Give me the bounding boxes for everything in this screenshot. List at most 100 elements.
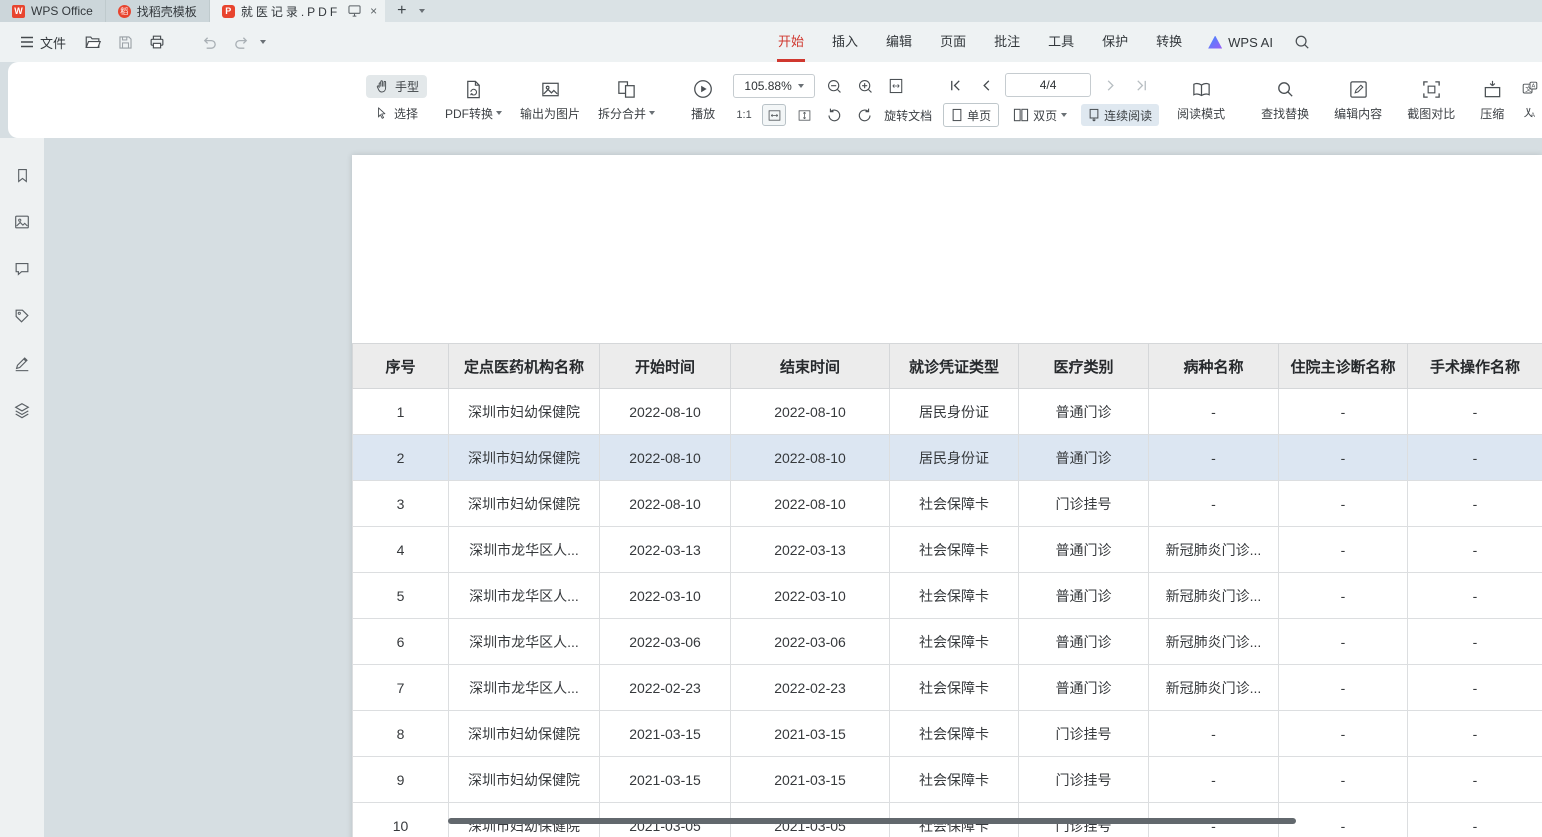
rotate-right-icon[interactable] — [853, 104, 877, 126]
document-canvas: 序号定点医药机构名称开始时间结束时间就诊凭证类型医疗类别病种名称住院主诊断名称手… — [0, 138, 1542, 837]
print-icon[interactable] — [144, 29, 170, 55]
column-header: 定点医药机构名称 — [449, 344, 600, 389]
search-icon[interactable] — [1289, 29, 1315, 55]
table-cell: 居民身份证 — [890, 389, 1019, 435]
zoom-out-button[interactable] — [822, 75, 846, 97]
menu-tab-comment[interactable]: 批注 — [980, 22, 1034, 62]
save-icon[interactable] — [112, 29, 138, 55]
column-header: 手术操作名称 — [1408, 344, 1542, 389]
comment-icon[interactable] — [8, 256, 36, 282]
hand-tool-button[interactable]: 手型 — [366, 75, 427, 98]
single-page-button[interactable]: 单页 — [943, 103, 999, 127]
left-panel-strip — [0, 138, 44, 837]
screenshot-compare-icon — [1421, 79, 1442, 100]
read-mode-button[interactable]: 阅读模式 — [1170, 76, 1232, 125]
table-cell: - — [1149, 711, 1279, 757]
tab-docer-templates[interactable]: 稻 找稻壳模板 — [106, 0, 210, 22]
svg-text:A: A — [1532, 83, 1536, 89]
actual-size-button[interactable]: 1:1 — [733, 105, 755, 125]
table-cell: 普通门诊 — [1019, 665, 1149, 711]
previous-page-button[interactable] — [974, 74, 998, 96]
file-menu-button[interactable]: 文件 — [12, 28, 74, 56]
double-page-button[interactable]: 双页 — [1006, 104, 1074, 126]
menu-tab-page[interactable]: 页面 — [926, 22, 980, 62]
play-label: 播放 — [691, 105, 715, 122]
first-page-button[interactable] — [943, 74, 967, 96]
menu-tab-edit[interactable]: 编辑 — [872, 22, 926, 62]
pdf-convert-button[interactable]: PDF转换 — [438, 76, 509, 125]
zoom-level-select[interactable]: 105.88% — [733, 74, 815, 98]
rotate-doc-button[interactable]: 旋转文档 — [884, 107, 932, 124]
fit-width-button[interactable] — [762, 104, 786, 126]
tab-list-chevron-icon[interactable] — [419, 9, 425, 13]
menu-tab-insert[interactable]: 插入 — [818, 22, 872, 62]
monitor-icon[interactable] — [346, 4, 362, 18]
menu-tab-tools[interactable]: 工具 — [1034, 22, 1088, 62]
horizontal-scrollbar-thumb[interactable] — [448, 818, 1296, 824]
open-file-icon[interactable] — [80, 29, 106, 55]
table-cell: 2022-03-10 — [600, 573, 731, 619]
table-cell: - — [1149, 481, 1279, 527]
tab-medical-record-pdf[interactable]: P 就医记录.PDF × — [210, 0, 385, 22]
fit-page-button[interactable] — [884, 75, 908, 97]
table-cell: - — [1279, 435, 1408, 481]
screenshot-compare-button[interactable]: 截图对比 — [1400, 76, 1462, 125]
column-header: 病种名称 — [1149, 344, 1279, 389]
attachment-tag-icon[interactable] — [8, 303, 36, 329]
edit-content-label: 编辑内容 — [1334, 105, 1382, 122]
table-row: 3深圳市妇幼保健院2022-08-102022-08-10社会保障卡门诊挂号--… — [353, 481, 1542, 527]
tab-label: 就医记录.PDF — [241, 3, 340, 20]
table-cell: 深圳市龙华区人... — [449, 527, 600, 573]
rotate-left-icon[interactable] — [822, 104, 846, 126]
word-translate-button[interactable]: A 划词翻译 — [1522, 103, 1542, 120]
fit-height-button[interactable] — [793, 105, 815, 125]
next-page-button[interactable] — [1098, 74, 1122, 96]
redo-icon[interactable] — [228, 29, 254, 55]
last-page-button[interactable] — [1129, 74, 1153, 96]
book-icon — [1191, 79, 1212, 100]
zoom-in-button[interactable] — [853, 75, 877, 97]
menu-tab-wps-ai[interactable]: WPS AI — [1196, 22, 1285, 62]
menu-tab-convert[interactable]: 转换 — [1142, 22, 1196, 62]
signature-icon[interactable] — [8, 350, 36, 376]
menu-tab-home[interactable]: 开始 — [764, 22, 818, 62]
page-number-input[interactable]: 4/4 — [1005, 73, 1091, 97]
thumbnail-icon[interactable] — [8, 209, 36, 235]
layers-icon[interactable] — [8, 397, 36, 423]
menu-tabs: 开始 插入 编辑 页面 批注 工具 保护 转换 WPS AI — [764, 22, 1315, 62]
undo-icon[interactable] — [196, 29, 222, 55]
screenshot-compare-label: 截图对比 — [1407, 105, 1455, 122]
tab-close-icon[interactable]: × — [370, 5, 377, 17]
full-text-translate-button[interactable]: 文A 全文翻译 — [1522, 80, 1542, 97]
table-cell: 10 — [353, 803, 449, 837]
tab-wps-office[interactable]: W WPS Office — [0, 0, 106, 22]
table-cell: 2021-03-15 — [600, 711, 731, 757]
single-page-label: 单页 — [967, 107, 991, 124]
compress-button[interactable]: 压缩 — [1473, 76, 1511, 125]
hamburger-icon — [20, 36, 34, 48]
split-merge-button[interactable]: 拆分合并 — [591, 76, 662, 125]
table-row: 9深圳市妇幼保健院2021-03-152021-03-15社会保障卡门诊挂号--… — [353, 757, 1542, 803]
table-cell: 社会保障卡 — [890, 711, 1019, 757]
table-cell: 2022-08-10 — [731, 435, 890, 481]
table-cell: - — [1408, 665, 1542, 711]
undo-history-chevron-icon[interactable] — [260, 40, 266, 44]
menu-tab-protect[interactable]: 保护 — [1088, 22, 1142, 62]
bookmark-icon[interactable] — [8, 162, 36, 188]
hand-tool-label: 手型 — [395, 78, 419, 95]
wps-ai-label: WPS AI — [1228, 35, 1273, 50]
new-tab-button[interactable]: + — [397, 3, 406, 19]
export-image-button[interactable]: 输出为图片 — [513, 76, 587, 125]
select-tool-button[interactable]: 选择 — [366, 102, 427, 125]
continuous-read-button[interactable]: 连续阅读 — [1081, 104, 1159, 126]
window-tabbar: W WPS Office 稻 找稻壳模板 P 就医记录.PDF × + — [0, 0, 1542, 22]
column-header: 开始时间 — [600, 344, 731, 389]
table-cell: - — [1279, 711, 1408, 757]
chevron-down-icon — [496, 111, 502, 115]
play-button[interactable]: 播放 — [684, 75, 722, 125]
find-replace-button[interactable]: 查找替换 — [1254, 76, 1316, 125]
edit-content-button[interactable]: 编辑内容 — [1327, 76, 1389, 125]
table-cell: 社会保障卡 — [890, 527, 1019, 573]
table-cell: 2021-03-15 — [731, 711, 890, 757]
table-row: 1深圳市妇幼保健院2022-08-102022-08-10居民身份证普通门诊--… — [353, 389, 1542, 435]
